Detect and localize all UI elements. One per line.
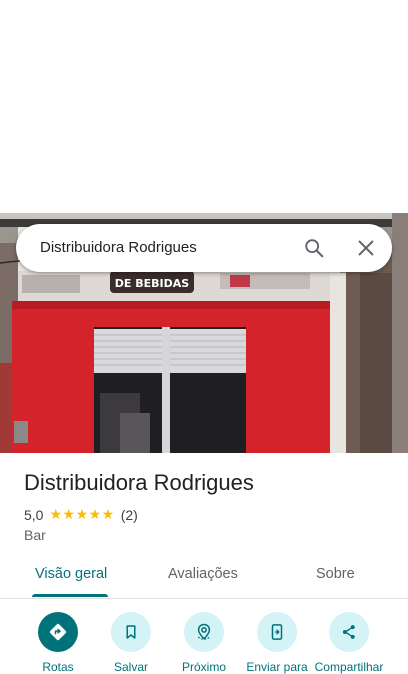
action-bar: Rotas Salvar Próximo Enviar para Compart… — [0, 612, 408, 674]
bookmark-icon — [111, 612, 151, 652]
active-tab-indicator — [32, 594, 108, 597]
send-to-phone-icon — [257, 612, 297, 652]
rating-row[interactable]: 5,0 ★★★★★ (2) — [24, 506, 138, 523]
send-to-phone-label: Enviar para — [246, 660, 308, 674]
search-icon[interactable] — [303, 237, 325, 259]
map-blank-area — [0, 0, 408, 213]
place-tabs: Visão geral Avaliações Sobre — [0, 556, 408, 599]
nearby-icon — [184, 612, 224, 652]
tab-reviews[interactable]: Avaliações — [168, 566, 238, 582]
nearby-label: Próximo — [181, 660, 226, 674]
search-input[interactable]: Distribuidora Rodrigues — [40, 239, 197, 256]
send-to-phone-button[interactable]: Enviar para — [237, 612, 317, 674]
directions-icon — [38, 612, 78, 652]
share-label: Compartilhar — [314, 660, 384, 674]
save-button[interactable]: Salvar — [91, 612, 171, 674]
directions-button[interactable]: Rotas — [18, 612, 98, 674]
save-label: Salvar — [113, 660, 148, 674]
tab-about[interactable]: Sobre — [316, 566, 355, 582]
share-icon — [329, 612, 369, 652]
review-count[interactable]: (2) — [121, 507, 138, 523]
tab-overview[interactable]: Visão geral — [35, 566, 107, 582]
nearby-button[interactable]: Próximo — [164, 612, 244, 674]
search-bar[interactable]: Distribuidora Rodrigues — [16, 224, 392, 272]
directions-label: Rotas — [42, 660, 74, 674]
sign-text: DE BEBIDAS — [115, 277, 189, 290]
rating-value: 5,0 — [24, 506, 44, 523]
share-button[interactable]: Compartilhar — [309, 612, 389, 674]
close-icon[interactable] — [355, 237, 377, 259]
place-title: Distribuidora Rodrigues — [24, 470, 254, 495]
place-category[interactable]: Bar — [24, 527, 46, 543]
star-rating-icon: ★★★★★ — [49, 506, 115, 522]
